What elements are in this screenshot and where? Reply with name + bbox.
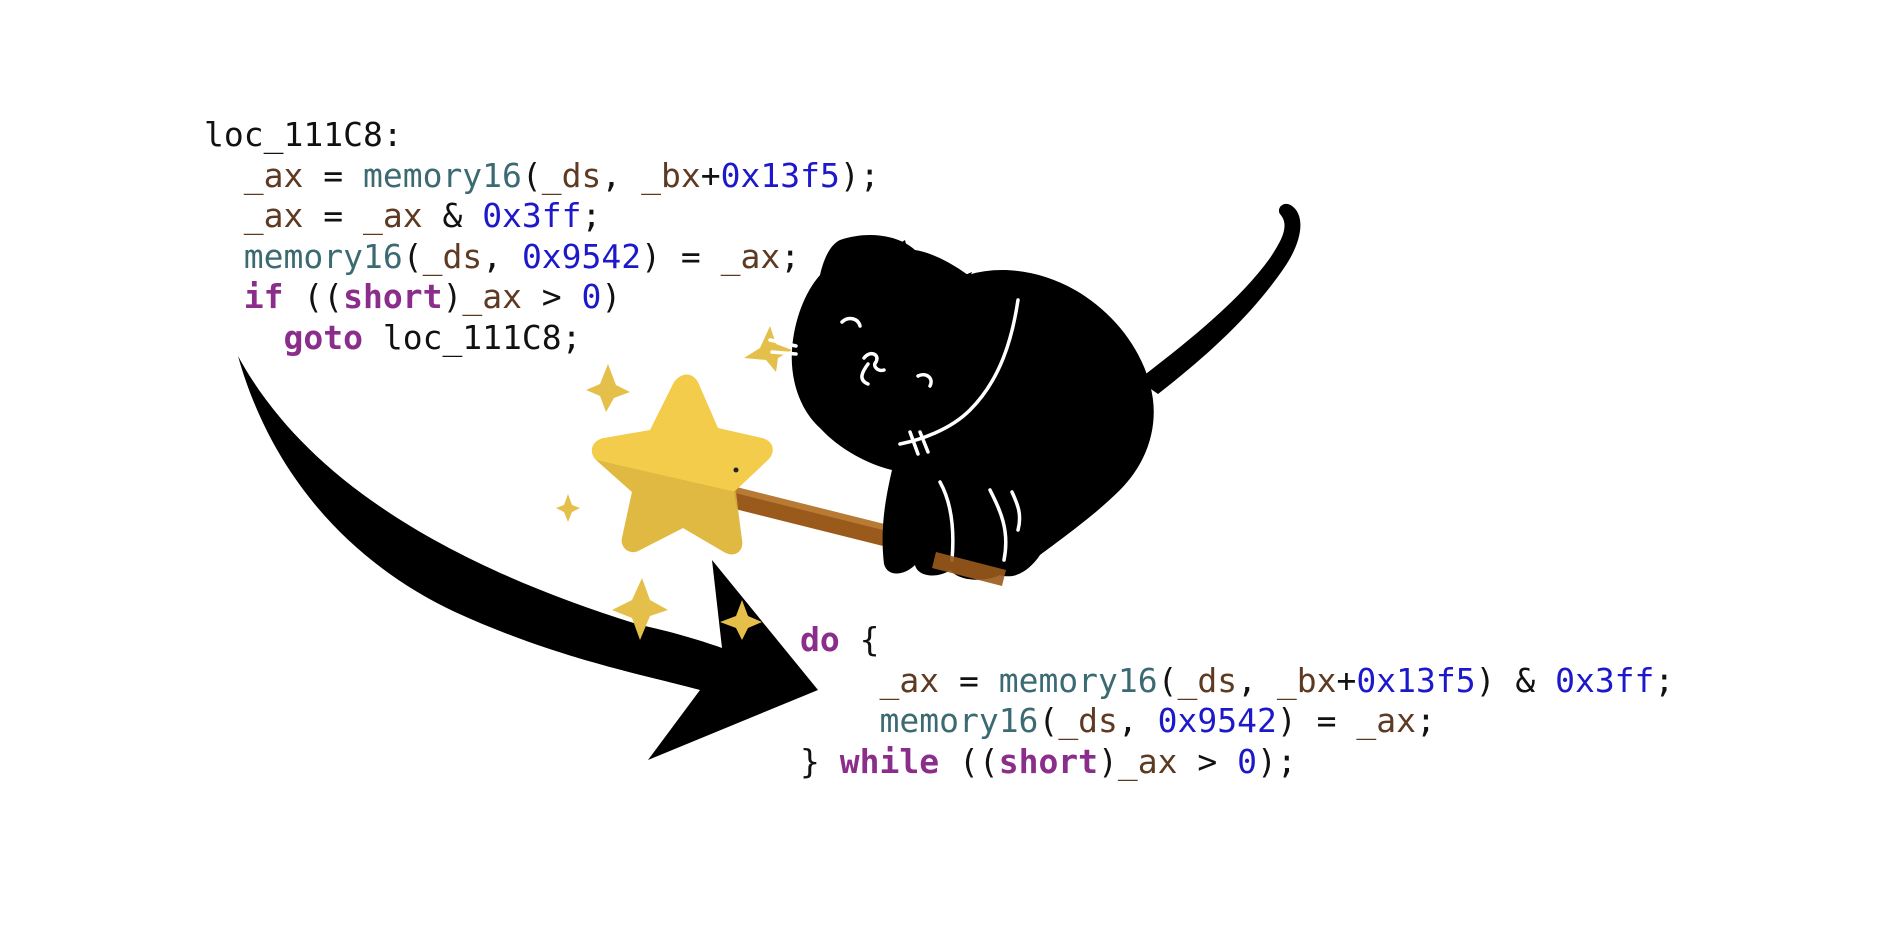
variable-token: _ax bbox=[720, 236, 781, 276]
operator-token: + bbox=[1336, 660, 1357, 700]
punct-token: ; bbox=[1415, 701, 1436, 740]
punct-token: ) bbox=[442, 277, 463, 316]
keyword-token: while bbox=[839, 741, 940, 781]
punct-token: , bbox=[482, 236, 522, 276]
code-line: _ax = _ax & 0x3ff; bbox=[204, 196, 880, 237]
code-line: _ax = memory16(_ds, _bx+0x13f5); bbox=[204, 156, 880, 197]
function-token: memory16 bbox=[879, 701, 1039, 740]
function-token: memory16 bbox=[998, 660, 1158, 700]
punct-token: , bbox=[601, 155, 642, 195]
punct-token: ); bbox=[1257, 741, 1297, 781]
variable-token: _ax bbox=[1117, 741, 1178, 781]
operator-token: ) = bbox=[641, 236, 721, 276]
code-line: loc_111C8: bbox=[204, 115, 880, 156]
code-before: loc_111C8: _ax = memory16(_ds, _bx+0x13f… bbox=[204, 115, 880, 358]
punct-token: ; bbox=[1654, 660, 1675, 700]
function-token: memory16 bbox=[243, 236, 403, 276]
operator-token: ) & bbox=[1475, 660, 1556, 700]
variable-token: _ax bbox=[243, 155, 304, 195]
number-token: 0x13f5 bbox=[1356, 660, 1476, 700]
punct-token: ) bbox=[601, 277, 622, 316]
code-line: goto loc_111C8; bbox=[204, 318, 880, 359]
number-token: 0x3ff bbox=[482, 196, 582, 235]
keyword-token: if bbox=[243, 277, 284, 316]
punct-token: } bbox=[800, 741, 840, 781]
keyword-token: short bbox=[998, 741, 1099, 781]
punct-token: { bbox=[839, 620, 880, 659]
punct-token: ) bbox=[1098, 741, 1118, 781]
variable-token: _ds bbox=[1058, 701, 1118, 740]
label-text: loc_111C8; bbox=[362, 317, 582, 357]
variable-token: _ds bbox=[541, 155, 602, 195]
variable-token: _ds bbox=[422, 236, 483, 276]
number-token: 0 bbox=[581, 277, 602, 316]
code-line: memory16(_ds, 0x9542) = _ax; bbox=[800, 701, 1674, 742]
keyword-token: do bbox=[800, 620, 840, 659]
number-token: 0x13f5 bbox=[720, 155, 840, 195]
code-line: } while ((short)_ax > 0); bbox=[800, 742, 1674, 783]
number-token: 0x9542 bbox=[1157, 701, 1277, 740]
number-token: 0 bbox=[1237, 741, 1258, 781]
code-line: memory16(_ds, 0x9542) = _ax; bbox=[204, 237, 880, 278]
keyword-token: short bbox=[343, 277, 443, 316]
punct-token: ( bbox=[521, 155, 542, 195]
punct-token: , bbox=[1237, 660, 1277, 700]
variable-token: _ax bbox=[879, 660, 940, 700]
operator-token: ) = bbox=[1276, 701, 1357, 740]
operator-token: & bbox=[422, 196, 483, 235]
code-line: do { bbox=[800, 620, 1674, 661]
punct-token: (( bbox=[939, 741, 999, 781]
punct-token: ( bbox=[1038, 701, 1059, 740]
operator-token: > bbox=[521, 277, 582, 316]
punct-token: , bbox=[1117, 701, 1158, 740]
punct-token: ( bbox=[402, 236, 423, 276]
variable-token: _ax bbox=[1356, 701, 1416, 740]
label-text: loc_111C8: bbox=[204, 115, 403, 154]
variable-token: _ax bbox=[243, 196, 304, 235]
variable-token: _ds bbox=[1177, 660, 1238, 700]
variable-token: _bx bbox=[641, 155, 701, 195]
code-line: _ax = memory16(_ds, _bx+0x13f5) & 0x3ff; bbox=[800, 661, 1674, 702]
operator-token: = bbox=[303, 196, 363, 235]
variable-token: _ax bbox=[362, 196, 423, 235]
number-token: 0x3ff bbox=[1555, 660, 1655, 700]
operator-token: > bbox=[1177, 741, 1238, 781]
number-token: 0x9542 bbox=[521, 236, 642, 276]
curved-arrow bbox=[238, 356, 818, 760]
code-line: if ((short)_ax > 0) bbox=[204, 277, 880, 318]
keyword-token: goto bbox=[283, 317, 363, 357]
operator-token: = bbox=[939, 660, 999, 700]
operator-token: + bbox=[700, 155, 721, 195]
function-token: memory16 bbox=[362, 155, 522, 195]
punct-token: (( bbox=[283, 277, 344, 316]
variable-token: _bx bbox=[1276, 660, 1337, 700]
punct-token: ); bbox=[839, 155, 880, 195]
punct-token: ; bbox=[581, 196, 602, 235]
operator-token: = bbox=[303, 155, 363, 195]
variable-token: _ax bbox=[462, 277, 522, 316]
punct-token: ( bbox=[1157, 660, 1178, 700]
code-after: do { _ax = memory16(_ds, _bx+0x13f5) & 0… bbox=[800, 620, 1674, 782]
punct-token: ; bbox=[780, 236, 801, 276]
